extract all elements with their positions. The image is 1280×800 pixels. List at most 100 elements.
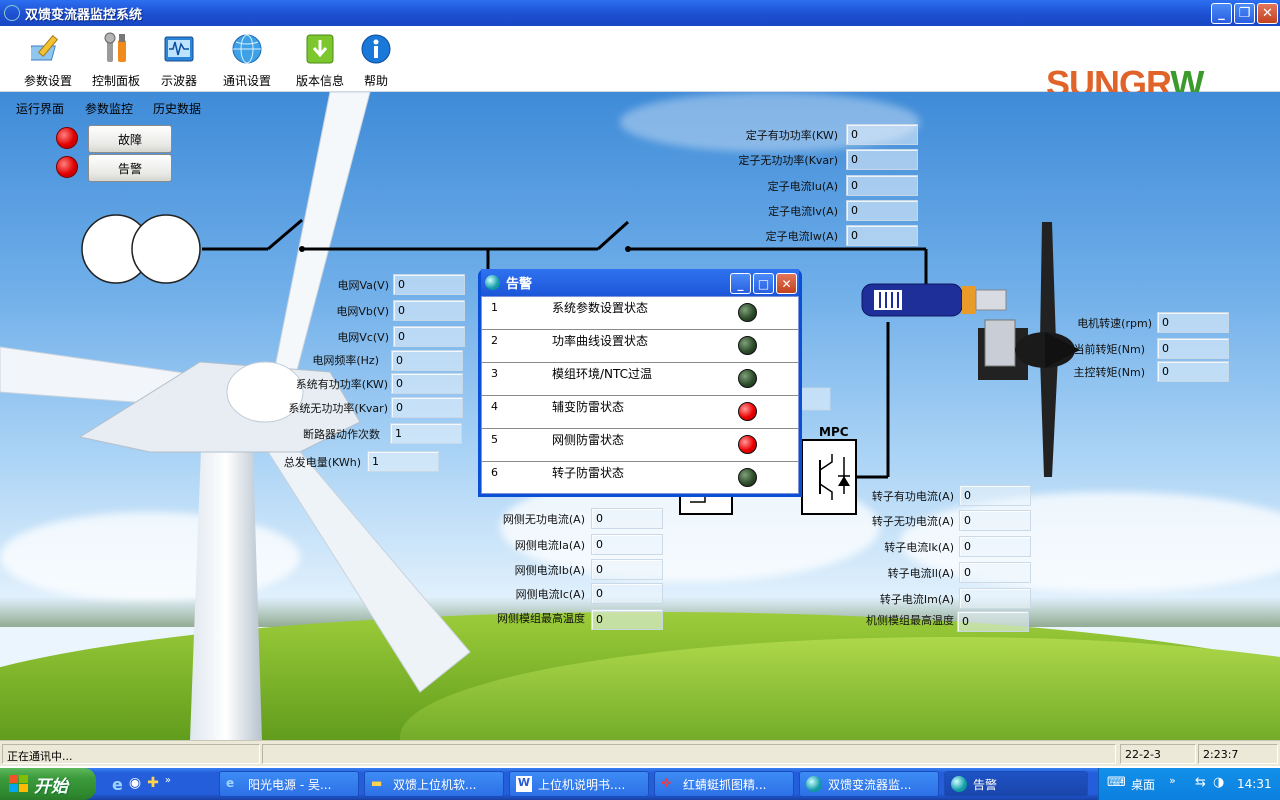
toolbar-version-info[interactable]: 版本信息 bbox=[288, 32, 352, 89]
clock[interactable]: 14:31 bbox=[1237, 777, 1272, 791]
window-title: 双馈变流器监控系统 bbox=[25, 7, 143, 23]
motor-label: 电机转速(rpm) bbox=[1077, 317, 1152, 330]
stator-value: 0 bbox=[846, 175, 918, 196]
toolbar-help[interactable]: 帮助 bbox=[344, 32, 408, 89]
grid-side-label: 网侧电流Ic(A) bbox=[515, 588, 585, 601]
app-icon bbox=[951, 776, 967, 792]
stator-label: 定子电流Iu(A) bbox=[767, 180, 838, 193]
system-tray: ⌨ 桌面 » ⇆ ◑ 14:31 bbox=[1098, 768, 1280, 800]
alarm-dialog-title: 告警 bbox=[506, 277, 533, 292]
grid-side-value: 0 bbox=[591, 583, 663, 604]
quick-launch-more-icon[interactable]: » bbox=[165, 775, 171, 794]
status-panel-empty bbox=[262, 744, 1116, 764]
motor-label: 主控转矩(Nm) bbox=[1073, 366, 1145, 379]
desktop-toolbar-label[interactable]: 桌面 bbox=[1131, 776, 1155, 793]
status-date: 22-2-3 bbox=[1120, 744, 1196, 764]
taskbar-button[interactable]: e 阳光电源 - 吴... bbox=[219, 771, 359, 797]
status-led-alarm bbox=[738, 402, 757, 421]
ie-icon[interactable]: e bbox=[112, 775, 123, 794]
restore-button[interactable]: ❐ bbox=[1234, 3, 1255, 24]
stator-label: 定子电流Iw(A) bbox=[765, 230, 838, 243]
tools-icon bbox=[99, 32, 133, 66]
media-icon[interactable]: ◉ bbox=[129, 775, 141, 794]
rotor-label: 机侧模组最高温度 bbox=[866, 614, 954, 627]
grid-label: 总发电量(KWh) bbox=[283, 456, 361, 469]
status-led-ok bbox=[738, 336, 757, 355]
taskbar: 开始 e ◉ ✚ » e 阳光电源 - 吴... ▬ 双馈上位机软... W 上位机说… bbox=[0, 768, 1280, 800]
dialog-maximize-button[interactable]: □ bbox=[753, 273, 774, 294]
grid-label: 断路器动作次数 bbox=[303, 428, 380, 441]
pencil-paper-icon bbox=[31, 32, 65, 66]
app-quick-icon[interactable]: ✚ bbox=[147, 775, 159, 794]
status-led-ok bbox=[738, 303, 757, 322]
stator-label: 定子电流Iv(A) bbox=[768, 205, 838, 218]
network-icon[interactable]: ⇆ bbox=[1195, 775, 1206, 790]
alarm-row: 1 系统参数设置状态 bbox=[482, 297, 798, 330]
toolbar-control-panel[interactable]: 控制面板 bbox=[84, 32, 148, 89]
alarm-dialog[interactable]: 告警 _ □ ✕ 1 系统参数设置状态 2 功率曲线设置状态 3 模组环境/NT… bbox=[478, 269, 802, 497]
grid-label: 电网频率(Hz) bbox=[312, 354, 379, 367]
status-led-ok bbox=[738, 468, 757, 487]
status-text: 正在通讯中... bbox=[2, 744, 260, 764]
rotor-value: 0 bbox=[959, 485, 1031, 506]
alarm-list: 1 系统参数设置状态 2 功率曲线设置状态 3 模组环境/NTC过温 4 辅变防… bbox=[481, 296, 799, 494]
taskbar-button[interactable]: 双馈变流器监... bbox=[799, 771, 939, 797]
rotor-label: 转子电流Il(A) bbox=[887, 567, 954, 580]
download-arrow-icon bbox=[303, 32, 337, 66]
mpc-label: MPC bbox=[819, 425, 849, 439]
oscilloscope-icon bbox=[162, 32, 196, 66]
taskbar-button-active[interactable]: 告警 bbox=[944, 771, 1088, 797]
capture-tool-icon: ✜ bbox=[661, 776, 672, 790]
grid-value: 0 bbox=[391, 373, 463, 394]
quick-launch: e ◉ ✚ » bbox=[112, 775, 171, 794]
toolbar-comm-settings[interactable]: 通讯设置 bbox=[215, 32, 279, 89]
word-icon: W bbox=[516, 776, 532, 792]
close-button[interactable]: ✕ bbox=[1257, 3, 1278, 24]
dialog-close-button[interactable]: ✕ bbox=[776, 273, 797, 294]
ie-icon: e bbox=[226, 776, 235, 790]
rotor-value: 0 bbox=[957, 611, 1029, 632]
taskbar-button[interactable]: ▬ 双馈上位机软... bbox=[364, 771, 504, 797]
toolbar-oscilloscope[interactable]: 示波器 bbox=[147, 32, 211, 89]
grid-label: 电网Vb(V) bbox=[336, 305, 389, 318]
grid-value: 1 bbox=[367, 451, 439, 472]
grid-value: 0 bbox=[393, 274, 465, 295]
status-led-ok bbox=[738, 369, 757, 388]
alarm-row: 5 网侧防雷状态 bbox=[482, 429, 798, 462]
status-bar: 正在通讯中... 22-2-3 2:23:7 bbox=[0, 740, 1280, 766]
keyboard-icon[interactable]: ⌨ bbox=[1107, 775, 1126, 790]
grid-side-label: 网侧电流Ib(A) bbox=[514, 564, 585, 577]
rotor-value: 0 bbox=[959, 562, 1031, 583]
taskbar-button[interactable]: ✜ 红蜻蜓抓图精... bbox=[654, 771, 794, 797]
grid-label: 电网Va(V) bbox=[337, 279, 389, 292]
windows-logo-icon bbox=[9, 775, 28, 792]
toolbar-param-settings[interactable]: 参数设置 bbox=[16, 32, 80, 89]
alarm-row: 2 功率曲线设置状态 bbox=[482, 330, 798, 363]
toolbar: 参数设置 控制面板 示波器 通讯设置 版本信息 帮助 SUNGRW bbox=[0, 26, 1280, 102]
grid-value: 0 bbox=[393, 300, 465, 321]
alarm-row: 3 模组环境/NTC过温 bbox=[482, 363, 798, 396]
grid-side-value: 0 bbox=[591, 534, 663, 555]
minimize-button[interactable]: _ bbox=[1211, 3, 1232, 24]
grid-value: 1 bbox=[390, 423, 462, 444]
stator-label: 定子无功功率(Kvar) bbox=[738, 154, 838, 167]
stator-value: 0 bbox=[846, 124, 918, 145]
title-bar[interactable]: 双馈变流器监控系统 _ ❐ ✕ bbox=[0, 0, 1280, 26]
stator-label: 定子有功功率(KW) bbox=[745, 129, 838, 142]
rotor-value: 0 bbox=[959, 510, 1031, 531]
taskbar-button[interactable]: W 上位机说明书.... bbox=[509, 771, 649, 797]
dialog-minimize-button[interactable]: _ bbox=[730, 273, 751, 294]
tray-expand-icon[interactable]: » bbox=[1169, 774, 1176, 787]
rotor-label: 转子无功电流(A) bbox=[871, 515, 954, 528]
globe-network-icon bbox=[230, 32, 264, 66]
rotor-value: 0 bbox=[959, 536, 1031, 557]
rotor-label: 转子有功电流(A) bbox=[871, 490, 954, 503]
info-icon bbox=[359, 32, 393, 66]
app-icon bbox=[806, 776, 822, 792]
globe-icon bbox=[485, 275, 500, 290]
alarm-row: 6 转子防雷状态 bbox=[482, 462, 798, 493]
volume-icon[interactable]: ◑ bbox=[1213, 775, 1224, 790]
alarm-dialog-titlebar[interactable]: 告警 _ □ ✕ bbox=[481, 269, 799, 296]
status-led-alarm bbox=[738, 435, 757, 454]
start-button[interactable]: 开始 bbox=[0, 768, 96, 800]
